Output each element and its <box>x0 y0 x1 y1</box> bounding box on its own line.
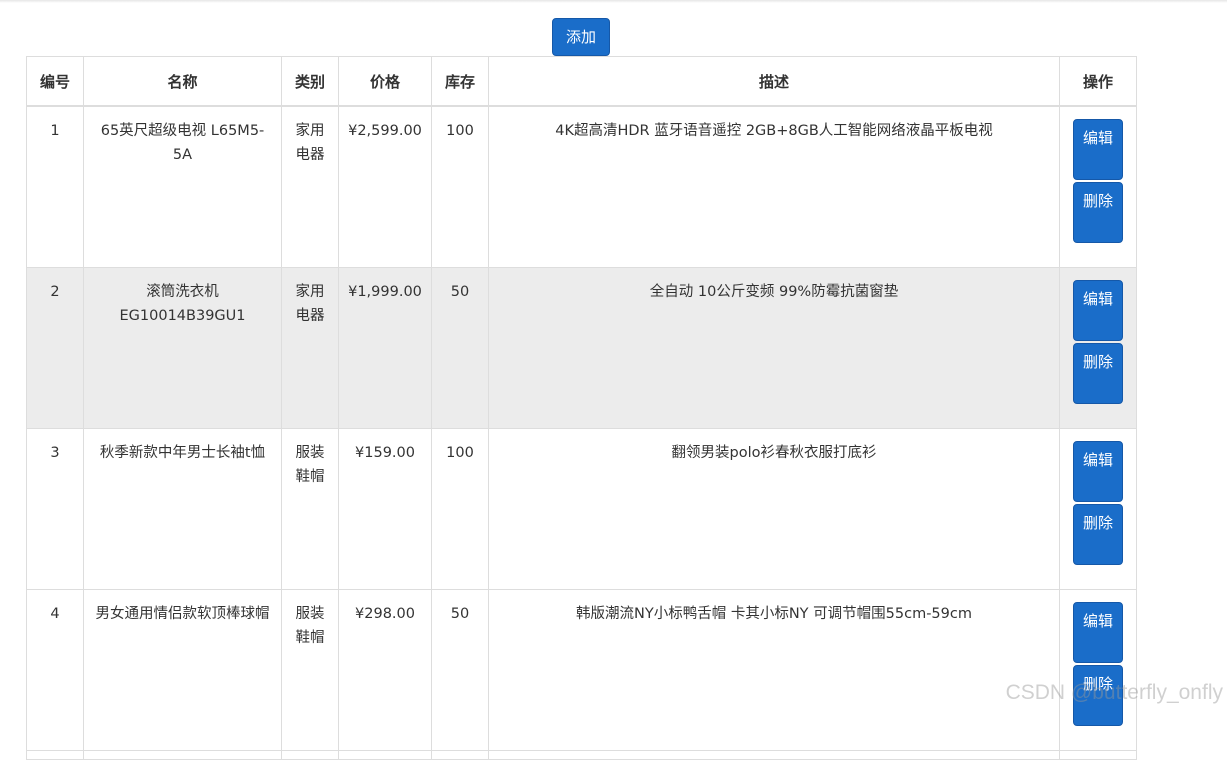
add-button[interactable]: 添加 <box>552 18 610 56</box>
cell-description: 翻领男装polo衫春秋衣服打底衫 <box>488 428 1060 590</box>
edit-button[interactable]: 编辑 <box>1073 119 1123 180</box>
cell-empty <box>338 750 432 760</box>
edit-button[interactable]: 编辑 <box>1073 441 1123 502</box>
cell-description: 全自动 10公斤变频 99%防霉抗菌窗垫 <box>488 267 1060 429</box>
product-table: 编号 名称 类别 价格 库存 描述 操作 1 65英尺超级电视 L65M5-5A… <box>26 56 1137 760</box>
cell-actions: 编辑 删除 <box>1059 589 1137 751</box>
header-price: 价格 <box>338 56 432 107</box>
cell-stock: 100 <box>431 428 489 590</box>
cell-id: 3 <box>26 428 84 590</box>
cell-empty <box>83 750 282 760</box>
table-row: 1 65英尺超级电视 L65M5-5A 家用电器 ¥2,599.00 100 4… <box>26 105 1137 268</box>
cell-empty <box>1059 750 1137 760</box>
cell-description: 韩版潮流NY小标鸭舌帽 卡其小标NY 可调节帽围55cm-59cm <box>488 589 1060 751</box>
cell-stock: 50 <box>431 267 489 429</box>
cell-id: 4 <box>26 589 84 751</box>
cell-stock: 50 <box>431 589 489 751</box>
delete-button[interactable]: 删除 <box>1073 504 1123 565</box>
header-name: 名称 <box>83 56 282 107</box>
cell-empty <box>281 750 339 760</box>
watermark: CSDN @butterfly_onfly <box>1005 681 1223 704</box>
header-id: 编号 <box>26 56 84 107</box>
cell-empty <box>26 750 84 760</box>
cell-actions: 编辑 删除 <box>1059 105 1137 268</box>
cell-category: 家用电器 <box>281 267 339 429</box>
cell-description: 4K超高清HDR 蓝牙语音遥控 2GB+8GB人工智能网络液晶平板电视 <box>488 105 1060 268</box>
cell-stock: 100 <box>431 105 489 268</box>
cell-name: 65英尺超级电视 L65M5-5A <box>83 105 282 268</box>
cell-price: ¥159.00 <box>338 428 432 590</box>
cell-name: 男女通用情侣款软顶棒球帽 <box>83 589 282 751</box>
cell-name: 秋季新款中年男士长袖t恤 <box>83 428 282 590</box>
cell-name: 滚筒洗衣机 EG10014B39GU1 <box>83 267 282 429</box>
header-description: 描述 <box>488 56 1060 107</box>
cell-price: ¥298.00 <box>338 589 432 751</box>
delete-button[interactable]: 删除 <box>1073 182 1123 243</box>
table-row: 2 滚筒洗衣机 EG10014B39GU1 家用电器 ¥1,999.00 50 … <box>26 267 1137 429</box>
cell-price: ¥2,599.00 <box>338 105 432 268</box>
cell-category: 家用电器 <box>281 105 339 268</box>
cell-empty <box>488 750 1060 760</box>
table-row: 4 男女通用情侣款软顶棒球帽 服装鞋帽 ¥298.00 50 韩版潮流NY小标鸭… <box>26 589 1137 751</box>
cell-category: 服装鞋帽 <box>281 428 339 590</box>
cell-id: 1 <box>26 105 84 268</box>
cell-empty <box>431 750 489 760</box>
table-row: 3 秋季新款中年男士长袖t恤 服装鞋帽 ¥159.00 100 翻领男装polo… <box>26 428 1137 590</box>
edit-button[interactable]: 编辑 <box>1073 280 1123 341</box>
cell-actions: 编辑 删除 <box>1059 428 1137 590</box>
table-header-row: 编号 名称 类别 价格 库存 描述 操作 <box>26 56 1137 107</box>
edit-button[interactable]: 编辑 <box>1073 602 1123 663</box>
delete-button[interactable]: 删除 <box>1073 343 1123 404</box>
header-category: 类别 <box>281 56 339 107</box>
cell-actions: 编辑 删除 <box>1059 267 1137 429</box>
header-stock: 库存 <box>431 56 489 107</box>
table-row-partial <box>26 750 1137 760</box>
top-divider <box>0 0 1227 3</box>
cell-price: ¥1,999.00 <box>338 267 432 429</box>
header-actions: 操作 <box>1059 56 1137 107</box>
cell-id: 2 <box>26 267 84 429</box>
cell-category: 服装鞋帽 <box>281 589 339 751</box>
